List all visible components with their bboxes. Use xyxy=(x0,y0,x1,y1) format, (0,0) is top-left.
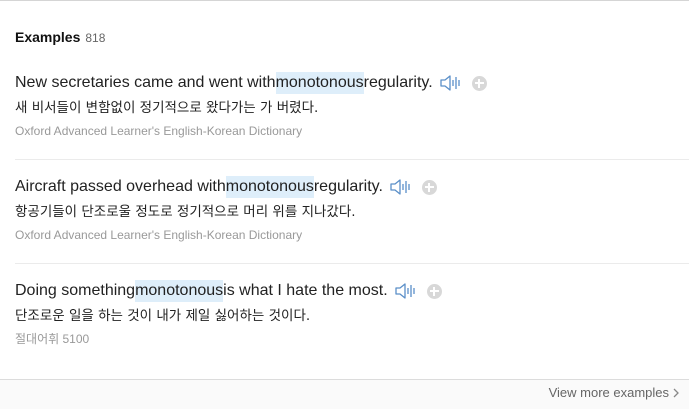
sentence-text: Aircraft passed overhead with xyxy=(15,178,226,195)
example-source: Oxford Advanced Learner's English-Korean… xyxy=(15,124,303,138)
chevron-right-icon xyxy=(673,388,679,397)
highlighted-word: monotonous xyxy=(225,176,314,198)
examples-title: Examples xyxy=(15,29,81,45)
example-sentence: Doing something monotonous is what I hat… xyxy=(15,280,689,302)
example-item: Doing something monotonous is what I hat… xyxy=(15,280,689,347)
add-to-wordbook-icon[interactable] xyxy=(421,179,437,195)
example-divider xyxy=(15,263,689,264)
example-source: 절대어휘 5100 xyxy=(15,332,90,346)
highlighted-word: monotonous xyxy=(275,72,364,94)
view-more-label: View more examples xyxy=(548,385,669,400)
examples-count: 818 xyxy=(85,31,106,45)
highlighted-word: monotonous xyxy=(135,280,224,302)
example-sentence: Aircraft passed overhead with monotonous… xyxy=(15,176,689,198)
speaker-icon[interactable] xyxy=(394,281,418,301)
example-translation: 새 비서들이 변함없이 정기적으로 왔다가는 가 버렸다. xyxy=(15,100,319,116)
example-translation: 항공기들이 단조로울 정도로 정기적으로 머리 위를 지나갔다. xyxy=(15,204,356,220)
sentence-text: New secretaries came and went with xyxy=(15,74,276,91)
add-to-wordbook-icon[interactable] xyxy=(426,283,442,299)
examples-panel: Examples 818 New secretaries came and we… xyxy=(0,0,689,409)
sentence-text: is what I hate the most. xyxy=(223,282,388,299)
example-sentence: New secretaries came and went with monot… xyxy=(15,72,689,94)
example-source: Oxford Advanced Learner's English-Korean… xyxy=(15,228,303,242)
example-divider xyxy=(15,159,689,160)
examples-header: Examples 818 xyxy=(15,29,105,49)
example-item: Aircraft passed overhead with monotonous… xyxy=(15,176,689,243)
add-to-wordbook-icon[interactable] xyxy=(471,75,487,91)
example-translation: 단조로운 일을 하는 것이 내가 제일 싫어하는 것이다. xyxy=(15,308,311,324)
top-divider xyxy=(0,0,689,1)
view-more-examples-link[interactable]: View more examples xyxy=(549,385,680,400)
sentence-text: regularity. xyxy=(363,74,433,91)
speaker-icon[interactable] xyxy=(439,73,463,93)
speaker-icon[interactable] xyxy=(389,177,413,197)
sentence-text: Doing something xyxy=(15,282,136,299)
sentence-text: regularity. xyxy=(313,178,383,195)
example-item: New secretaries came and went with monot… xyxy=(15,72,689,139)
